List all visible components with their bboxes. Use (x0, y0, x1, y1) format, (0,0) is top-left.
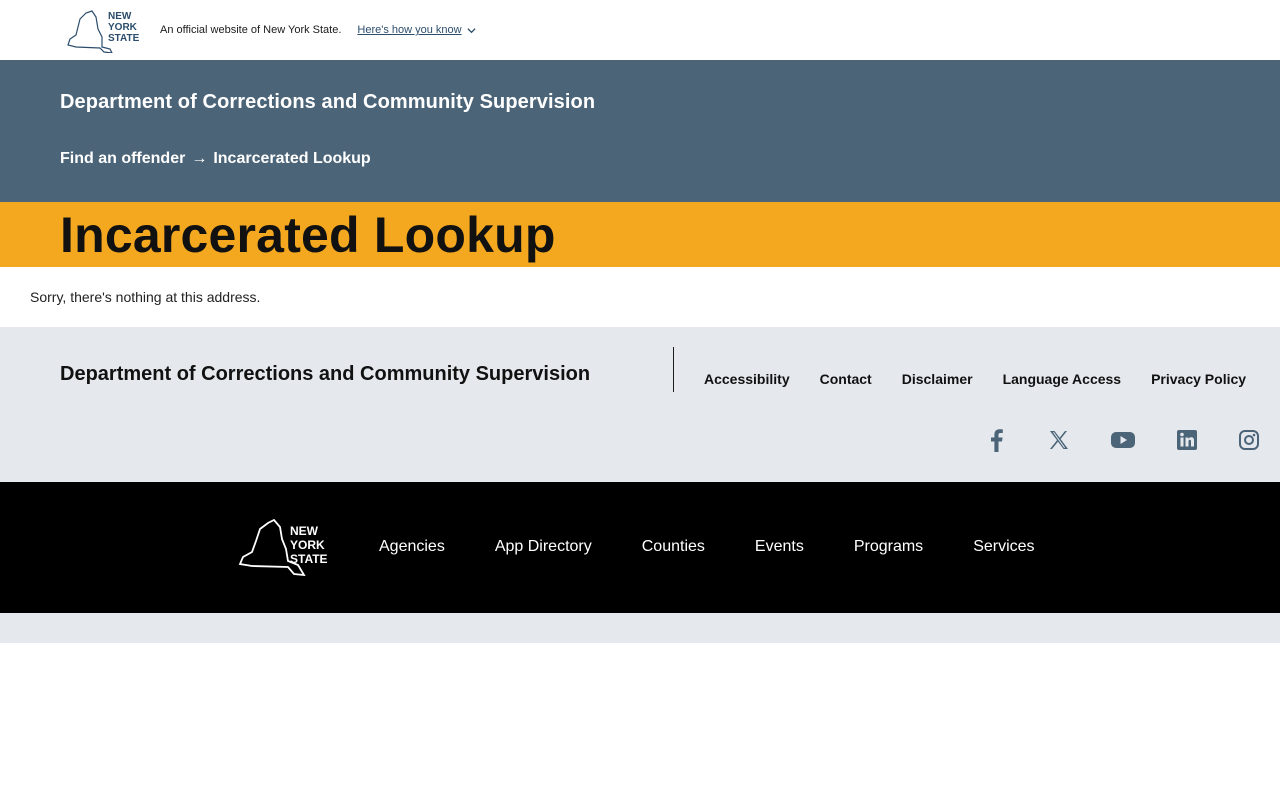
official-website-text: An official website of New York State. (160, 24, 342, 36)
instagram-icon[interactable] (1238, 429, 1260, 451)
logo-line: NEW (108, 11, 132, 22)
state-link-agencies[interactable]: Agencies (379, 538, 445, 556)
nys-logo[interactable]: NEW YORK STATE (66, 7, 142, 53)
facebook-icon[interactable] (986, 428, 1008, 452)
footer-agency-name: Department of Corrections and Community … (60, 363, 591, 385)
title-band: Incarcerated Lookup (0, 202, 1280, 267)
agency-footer: Department of Corrections and Community … (0, 327, 1280, 482)
page-title: Incarcerated Lookup (60, 207, 556, 263)
agency-name[interactable]: Department of Corrections and Community … (60, 91, 595, 114)
state-footer-links: Agencies App Directory Counties Events P… (379, 538, 1035, 556)
footer-logo-line: STATE (290, 552, 328, 566)
state-link-programs[interactable]: Programs (854, 538, 923, 556)
breadcrumb-parent-link[interactable]: Find an offender (60, 150, 185, 168)
not-found-message-row: Sorry, there's nothing at this address. (0, 267, 1280, 327)
footer-link-privacy-policy[interactable]: Privacy Policy (1151, 371, 1246, 387)
breadcrumb-separator: → (191, 150, 208, 167)
logo-line: STATE (108, 33, 140, 44)
state-link-services[interactable]: Services (973, 538, 1034, 556)
chevron-down-icon (467, 27, 476, 33)
state-link-events[interactable]: Events (755, 538, 804, 556)
linkedin-icon[interactable] (1176, 429, 1198, 451)
footer-links: Accessibility Contact Disclaimer Languag… (704, 371, 1246, 387)
breadcrumb-current-link[interactable]: Incarcerated Lookup (213, 150, 370, 168)
footer-link-language-access[interactable]: Language Access (1003, 371, 1122, 387)
official-banner: NEW YORK STATE An official website of Ne… (0, 0, 1280, 60)
state-link-app-directory[interactable]: App Directory (495, 538, 592, 556)
social-links (986, 428, 1260, 452)
state-link-counties[interactable]: Counties (642, 538, 705, 556)
footer-logo-line: YORK (290, 538, 325, 552)
breadcrumb: Find an offender → Incarcerated Lookup (60, 150, 371, 168)
footer-link-contact[interactable]: Contact (820, 371, 872, 387)
nys-logo-footer[interactable]: NEW YORK STATE (238, 519, 330, 576)
state-footer: NEW YORK STATE Agencies App Directory Co… (0, 482, 1280, 613)
footer-logo-line: NEW (290, 524, 319, 538)
bottom-strip (0, 613, 1280, 643)
agency-header: Department of Corrections and Community … (0, 60, 1280, 202)
not-found-message: Sorry, there's nothing at this address. (30, 289, 261, 305)
footer-link-disclaimer[interactable]: Disclaimer (902, 371, 973, 387)
logo-line: YORK (108, 22, 138, 33)
footer-link-accessibility[interactable]: Accessibility (704, 371, 790, 387)
how-you-know-label: Here's how you know (357, 24, 462, 36)
x-icon[interactable] (1048, 429, 1070, 451)
youtube-icon[interactable] (1110, 430, 1136, 450)
footer-divider (673, 347, 674, 392)
how-you-know-link[interactable]: Here's how you know (357, 24, 476, 36)
